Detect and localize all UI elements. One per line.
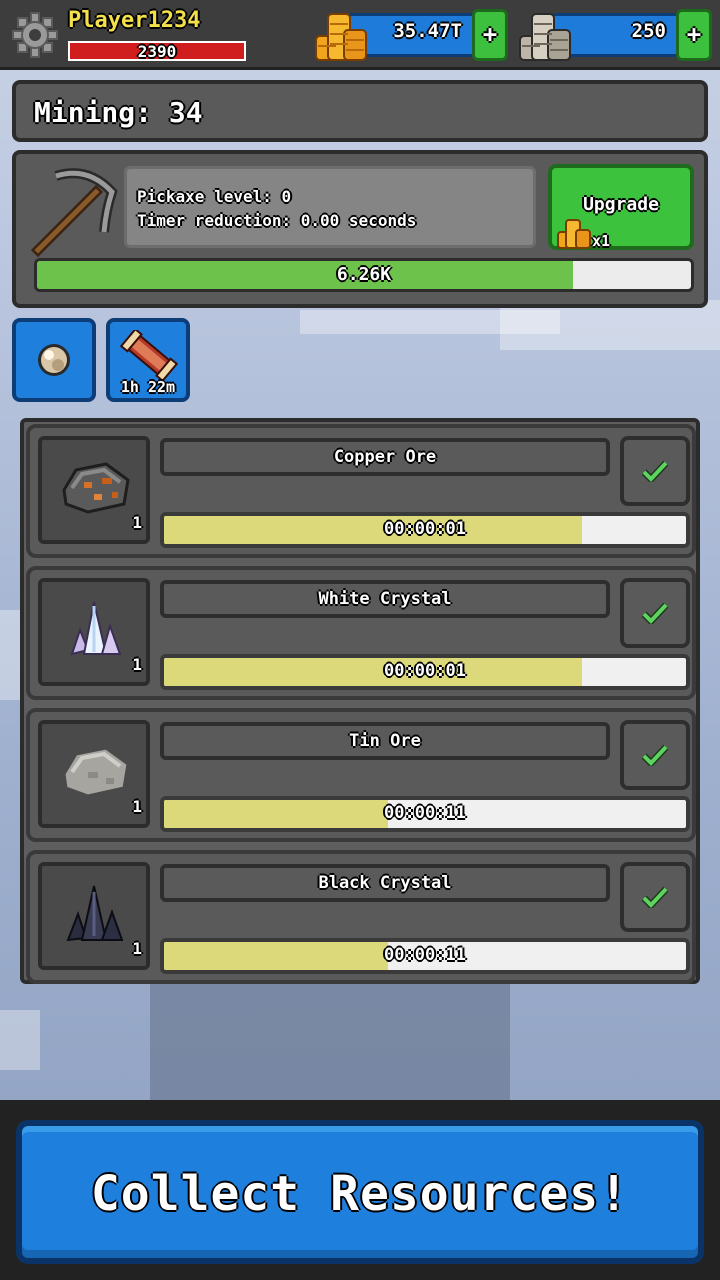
pickaxe-level: Pickaxe level: 0 (137, 187, 292, 206)
hp-value: 2390 (137, 42, 177, 61)
silver-amount: 250 (631, 20, 666, 42)
gear-icon[interactable] (12, 12, 58, 58)
resource-quantity: 1 (132, 655, 142, 674)
resource-timer-bar: 00:00:11 (160, 796, 690, 832)
check-icon (642, 744, 668, 766)
resource-timer-bar: 00:00:11 (160, 938, 690, 974)
resource-name-bar: White Crystal (160, 580, 610, 618)
resource-name-bar: Black Crystal (160, 864, 610, 902)
pickaxe-panel: Pickaxe level: 0 Timer reduction: 0.00 s… (12, 150, 708, 308)
resource-name: Black Crystal (318, 873, 452, 893)
resource-timer-bar: 00:00:01 (160, 512, 690, 548)
top-bar: Player1234 2390 35.47T + 250 + (0, 0, 720, 70)
resource-quantity: 1 (132, 513, 142, 532)
pearl-boost-button[interactable] (12, 318, 96, 402)
gold-amount: 35.47T (393, 20, 462, 42)
resource-timer: 00:00:11 (384, 945, 466, 965)
resource-row-white-crystal: 1 White Crystal 00:00:01 (26, 566, 696, 700)
resource-slot[interactable]: 1 (38, 436, 150, 544)
resource-slot[interactable]: 1 (38, 862, 150, 970)
scroll-boost-timer: 1h 22m (120, 378, 176, 396)
mining-header: Mining: 34 (12, 80, 708, 142)
resource-timer: 00:00:11 (384, 803, 466, 823)
silver-currency: 250 + (516, 9, 712, 61)
resource-toggle-button[interactable] (620, 436, 690, 506)
scroll-boost-button[interactable]: 1h 22m (106, 318, 190, 402)
scroll-icon (120, 330, 178, 380)
resource-name-bar: Copper Ore (160, 438, 610, 476)
silver-coins-icon (516, 10, 574, 64)
gold-coins-icon (556, 218, 592, 250)
copper-ore-icon (62, 462, 130, 514)
bottom-bar: Collect Resources! (0, 1100, 720, 1280)
gold-currency: 35.47T + (312, 9, 508, 61)
resource-toggle-button[interactable] (620, 862, 690, 932)
mining-title: Mining: 34 (34, 96, 203, 129)
resource-toggle-button[interactable] (620, 578, 690, 648)
resource-timer: 00:00:01 (384, 519, 466, 539)
resources-list: 1 Copper Ore 00:00:01 1 White Crystal 00… (20, 418, 700, 984)
resource-name: White Crystal (318, 589, 452, 609)
resource-slot[interactable]: 1 (38, 720, 150, 828)
pickaxe-info: Pickaxe level: 0 Timer reduction: 0.00 s… (124, 166, 536, 248)
black-crystal-icon (66, 885, 124, 942)
pearl-icon (38, 344, 70, 376)
upgrade-button[interactable]: Upgrade x1 (548, 164, 694, 250)
check-icon (642, 602, 668, 624)
resource-quantity: 1 (132, 797, 142, 816)
resource-toggle-button[interactable] (620, 720, 690, 790)
resource-name-bar: Tin Ore (160, 722, 610, 760)
timer-reduction: Timer reduction: 0.00 seconds (137, 211, 417, 230)
resource-timer-bar: 00:00:01 (160, 654, 690, 690)
resource-name: Tin Ore (349, 731, 421, 751)
check-icon (642, 460, 668, 482)
collect-resources-button[interactable]: Collect Resources! (16, 1120, 704, 1264)
resource-name: Copper Ore (333, 447, 437, 467)
player-name: Player1234 (68, 8, 201, 33)
upgrade-cost: x1 (592, 232, 611, 250)
collect-resources-label: Collect Resources! (90, 1166, 630, 1222)
add-silver-button[interactable]: + (676, 9, 712, 61)
tin-ore-icon (62, 746, 130, 798)
pickaxe-progress-text: 6.26K (336, 264, 392, 285)
pickaxe-icon (26, 162, 122, 258)
resource-slot[interactable]: 1 (38, 578, 150, 686)
gold-coins-icon (312, 10, 370, 64)
check-icon (642, 886, 668, 908)
white-crystal-icon (70, 601, 122, 656)
resource-timer: 00:00:01 (384, 661, 466, 681)
resource-quantity: 1 (132, 939, 142, 958)
hp-bar: 2390 (68, 41, 246, 61)
resource-row-black-crystal: 1 Black Crystal 00:00:11 (26, 850, 696, 984)
upgrade-label: Upgrade (583, 194, 659, 215)
pickaxe-progress-bar: 6.26K (34, 258, 694, 292)
resource-row-copper-ore: 1 Copper Ore 00:00:01 (26, 424, 696, 558)
add-gold-button[interactable]: + (472, 9, 508, 61)
resource-row-tin-ore: 1 Tin Ore 00:00:11 (26, 708, 696, 842)
